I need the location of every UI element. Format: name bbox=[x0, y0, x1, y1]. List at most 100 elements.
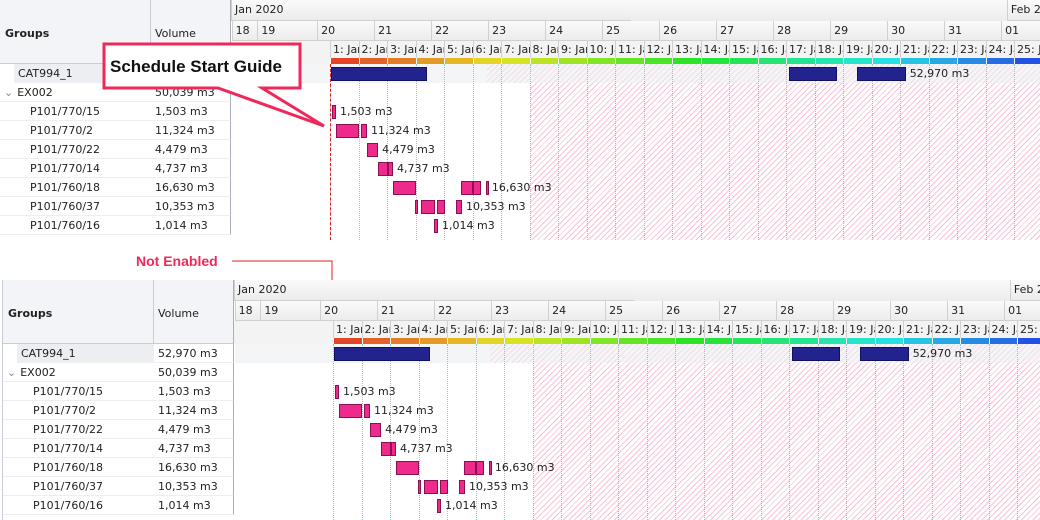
schedule-bar[interactable] bbox=[414, 200, 418, 214]
row-name-cell[interactable]: P101/760/16 bbox=[3, 496, 154, 515]
schedule-bar[interactable] bbox=[417, 480, 421, 494]
shift-gridline bbox=[1017, 344, 1018, 520]
bar-volume-label: 4,737 m3 bbox=[396, 162, 450, 175]
row-name-cell[interactable]: P101/760/18 bbox=[3, 458, 154, 477]
row-volume-cell: 10,353 m3 bbox=[154, 477, 234, 496]
shift-header[interactable]: 20: Jan bbox=[874, 321, 903, 338]
row-name-cell[interactable]: P101/770/22 bbox=[3, 420, 154, 439]
row-volume-cell: 1,014 m3 bbox=[154, 496, 234, 515]
bar-volume-label: 10,353 m3 bbox=[465, 200, 526, 213]
row-volume-text: 16,630 m3 bbox=[155, 181, 215, 194]
row-name-cell[interactable]: P101/760/37 bbox=[0, 197, 151, 216]
schedule-bar[interactable] bbox=[423, 480, 438, 494]
row-name-cell[interactable]: P101/770/14 bbox=[3, 439, 154, 458]
shift-header[interactable]: 9: Jan bbox=[561, 321, 590, 338]
row-name-cell[interactable]: P101/760/18 bbox=[0, 178, 151, 197]
schedule-bar[interactable] bbox=[436, 200, 445, 214]
day-header: 23 bbox=[491, 301, 549, 321]
schedule-bar[interactable] bbox=[437, 499, 441, 513]
schedule-bar[interactable] bbox=[791, 347, 841, 361]
shift-header[interactable]: 4: Jan bbox=[418, 321, 447, 338]
schedule-bar[interactable] bbox=[388, 162, 393, 176]
schedule-bar[interactable] bbox=[439, 480, 448, 494]
row-volume-text: 4,479 m3 bbox=[158, 423, 211, 436]
shift-header[interactable]: 21: Jan bbox=[903, 321, 932, 338]
shift-gridline bbox=[846, 344, 847, 520]
shift-header[interactable]: 19: Jan bbox=[846, 321, 875, 338]
shift-gridline bbox=[361, 344, 363, 520]
schedule-bar[interactable] bbox=[464, 461, 477, 475]
row-volume-text: 4,479 m3 bbox=[155, 143, 208, 156]
row-name-text: P101/760/18 bbox=[30, 181, 101, 194]
non-working-hatch bbox=[532, 363, 1040, 520]
row-name-cell[interactable]: ⌄ EX002 bbox=[3, 363, 154, 382]
schedule-bar[interactable] bbox=[485, 181, 489, 195]
row-name-cell[interactable]: P101/760/37 bbox=[3, 477, 154, 496]
row-volume-cell: 4,479 m3 bbox=[154, 420, 234, 439]
bar-volume-label: 1,014 m3 bbox=[442, 219, 495, 232]
bar-volume-label: 4,737 m3 bbox=[399, 442, 453, 455]
schedule-bar[interactable] bbox=[420, 200, 435, 214]
bar-volume-label: 4,479 m3 bbox=[385, 423, 438, 436]
schedule-bar[interactable] bbox=[367, 143, 379, 157]
shift-header[interactable]: 13: Jan bbox=[675, 321, 704, 338]
shift-header[interactable]: 5: Jan bbox=[447, 321, 476, 338]
shift-header[interactable]: 17: Jan bbox=[789, 321, 818, 338]
shift-gridline bbox=[874, 344, 876, 520]
shift-header[interactable]: 15: Jan bbox=[732, 321, 761, 338]
shift-header[interactable]: 12: Jan bbox=[646, 321, 675, 338]
shift-gridline bbox=[760, 344, 762, 520]
shift-header[interactable]: 16: Jan bbox=[760, 321, 789, 338]
shift-header[interactable]: 2: Jan bbox=[361, 321, 390, 338]
day-header: 29 bbox=[833, 301, 891, 321]
shift-header[interactable]: 24: Jan bbox=[988, 321, 1017, 338]
shift-header[interactable]: 25: Jan bbox=[1017, 321, 1040, 338]
shift-header[interactable]: 3: Jan bbox=[390, 321, 419, 338]
day-header: 24 bbox=[548, 301, 606, 321]
schedule-bar[interactable] bbox=[334, 347, 430, 361]
expand-chevron-icon[interactable]: ⌄ bbox=[7, 366, 16, 379]
schedule-bar[interactable] bbox=[434, 219, 438, 233]
schedule-bar[interactable] bbox=[378, 162, 389, 176]
shift-header[interactable]: 8: Jan bbox=[532, 321, 561, 338]
row-name-cell[interactable]: P101/770/14 bbox=[0, 159, 151, 178]
row-name-cell[interactable]: P101/770/2 bbox=[3, 401, 154, 420]
shift-header[interactable]: 22: Jan bbox=[931, 321, 960, 338]
schedule-bar[interactable] bbox=[392, 181, 417, 195]
row-name-cell[interactable]: P101/770/15 bbox=[3, 382, 154, 401]
shift-gridline bbox=[789, 344, 790, 520]
schedule-bar[interactable] bbox=[334, 385, 339, 399]
schedule-bar[interactable] bbox=[395, 461, 420, 475]
callout-text: Schedule Start Guide bbox=[110, 57, 282, 76]
row-name-cell[interactable]: CAT994_1 bbox=[17, 344, 154, 363]
shift-header[interactable]: 23: Jan bbox=[960, 321, 989, 338]
row-volume-text: 16,630 m3 bbox=[158, 461, 218, 474]
schedule-bar[interactable] bbox=[473, 181, 482, 195]
volume-column-header[interactable]: Volume bbox=[154, 280, 234, 344]
schedule-bar[interactable] bbox=[860, 347, 909, 361]
schedule-bar[interactable] bbox=[458, 480, 465, 494]
shift-header[interactable]: 10: Jan bbox=[589, 321, 618, 338]
groups-column-header[interactable]: Groups bbox=[3, 280, 154, 344]
schedule-bar[interactable] bbox=[461, 181, 474, 195]
schedule-bar[interactable] bbox=[476, 461, 485, 475]
shift-header[interactable]: 7: Jan bbox=[504, 321, 533, 338]
row-volume-cell: 4,737 m3 bbox=[154, 439, 234, 458]
shift-header[interactable]: 6: Jan bbox=[475, 321, 504, 338]
schedule-bar[interactable] bbox=[381, 442, 392, 456]
schedule-bar[interactable] bbox=[391, 442, 396, 456]
row-name-cell[interactable]: P101/760/16 bbox=[0, 216, 151, 235]
shift-header[interactable]: 14: Jan bbox=[703, 321, 732, 338]
schedule-bar[interactable] bbox=[364, 404, 371, 418]
row-name-cell[interactable]: P101/770/22 bbox=[0, 140, 151, 159]
schedule-bar[interactable] bbox=[488, 461, 492, 475]
shift-header[interactable]: 1: Jan bbox=[333, 321, 362, 338]
schedule-bar[interactable] bbox=[370, 423, 382, 437]
row-volume-text: 1,503 m3 bbox=[158, 385, 211, 398]
row-volume-text: 4,737 m3 bbox=[158, 442, 211, 455]
schedule-bar[interactable] bbox=[338, 404, 363, 418]
shift-header[interactable]: 18: Jan bbox=[817, 321, 846, 338]
shift-header[interactable]: 11: Jan bbox=[618, 321, 647, 338]
schedule-bar[interactable] bbox=[455, 200, 462, 214]
shift-gridline bbox=[931, 344, 933, 520]
